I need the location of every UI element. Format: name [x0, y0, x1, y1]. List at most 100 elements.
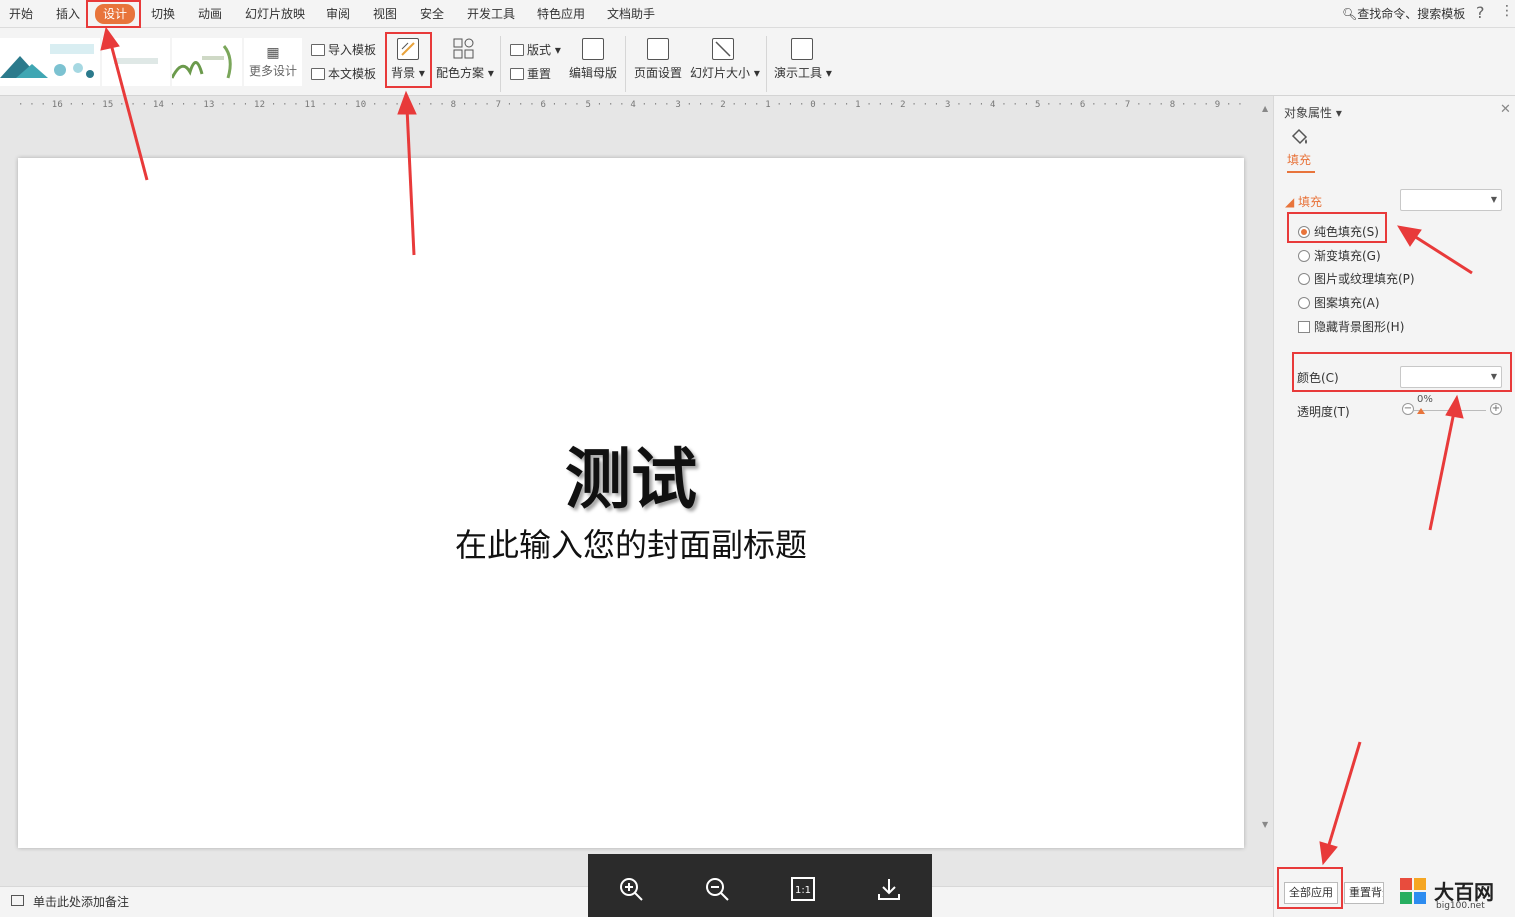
site-watermark: 大百网 big100.net — [1398, 874, 1510, 914]
color-scheme-label: 配色方案 — [436, 66, 485, 80]
horizontal-ruler: · · · 16 · · · 15 · · · 14 · · · 13 · · … — [18, 100, 1244, 110]
help-icon[interactable]: ? — [1476, 3, 1485, 22]
radio-picture-fill-label: 图片或纹理填充(P) — [1314, 272, 1415, 286]
design-template-thumb-2[interactable] — [102, 38, 170, 86]
layout-icon — [510, 44, 524, 56]
panel-title-label: 对象属性 — [1284, 106, 1333, 120]
more-options-icon[interactable]: ⋮ — [1500, 3, 1514, 19]
download-icon[interactable] — [876, 876, 902, 902]
close-icon[interactable]: ✕ — [1500, 102, 1511, 117]
command-search-label: 查找命令、搜索模板 — [1357, 7, 1466, 21]
import-template-icon — [311, 44, 325, 56]
annotation-box — [1277, 867, 1343, 909]
watermark-logo — [1400, 878, 1426, 904]
ribbon-separator — [766, 36, 767, 92]
ribbon-toolbar: ▦ 更多设计 导入模板 本文模板 背景 ▾ 配色方案 ▾ 版式 ▾ 重置 编辑母… — [0, 28, 1515, 96]
layout-button[interactable]: 版式 ▾ — [510, 40, 561, 60]
presentation-tools-button[interactable]: 演示工具 ▾ — [774, 36, 832, 92]
reset-button[interactable]: 重置 — [510, 64, 551, 84]
slide-title[interactable]: 测试 — [18, 426, 1244, 522]
paint-bucket-icon[interactable] — [1288, 126, 1310, 148]
annotation-box — [1292, 352, 1512, 392]
tab-fill[interactable]: 填充 — [1287, 151, 1315, 173]
menu-home[interactable]: 开始 — [9, 5, 33, 23]
actual-size-icon[interactable]: 1:1 — [790, 876, 816, 902]
annotation-box — [1287, 212, 1387, 243]
image-viewer-toolbar: 1:1 — [588, 854, 932, 917]
this-template-label: 本文模板 — [328, 67, 377, 81]
hide-bg-shapes-label: 隐藏背景图形(H) — [1314, 320, 1405, 334]
menu-security[interactable]: 安全 — [420, 5, 444, 23]
command-search[interactable]: 🔍︎查找命令、搜索模板 — [1342, 5, 1465, 23]
notes-icon — [11, 895, 24, 906]
slide-size-button[interactable]: 幻灯片大小 ▾ — [690, 36, 760, 92]
menu-slideshow[interactable]: 幻灯片放映 — [245, 5, 305, 23]
edit-master-label: 编辑母版 — [568, 66, 617, 80]
annotation-box — [385, 32, 432, 88]
menu-view[interactable]: 视图 — [373, 5, 397, 23]
layout-label: 版式 — [527, 43, 552, 57]
design-template-thumb-3[interactable] — [170, 38, 242, 86]
import-template-button[interactable]: 导入模板 — [311, 40, 376, 60]
radio-gradient-fill[interactable]: 渐变填充(G) — [1298, 247, 1381, 265]
radio-gradient-fill-label: 渐变填充(G) — [1314, 249, 1381, 263]
slide-size-icon — [712, 38, 734, 60]
radio-unchecked-icon — [1298, 250, 1310, 262]
more-designs-button[interactable]: ▦ 更多设计 — [244, 38, 302, 86]
fill-type-dropdown[interactable]: ▼ — [1400, 189, 1502, 211]
hide-bg-shapes-checkbox[interactable]: 隐藏背景图形(H) — [1298, 318, 1404, 336]
watermark-url: big100.net — [1436, 901, 1485, 911]
vertical-scrollbar[interactable]: ▲ ▼ — [1259, 100, 1273, 870]
minus-icon[interactable]: − — [1402, 403, 1414, 415]
zoom-in-icon[interactable] — [618, 876, 644, 902]
color-scheme-button[interactable]: 配色方案 ▾ — [436, 36, 494, 92]
add-notes-placeholder[interactable]: 单击此处添加备注 — [33, 893, 129, 910]
radio-unchecked-icon — [1298, 297, 1310, 309]
slide-canvas[interactable]: 测试 在此输入您的封面副标题 — [18, 158, 1244, 848]
panel-title[interactable]: 对象属性 ▾ — [1284, 104, 1342, 121]
ribbon-separator — [500, 36, 501, 92]
menu-bar: 开始 插入 设计 切换 动画 幻灯片放映 审阅 视图 安全 开发工具 特色应用 … — [0, 0, 1515, 28]
menu-animations[interactable]: 动画 — [198, 5, 222, 23]
page-setup-icon — [647, 38, 669, 60]
ribbon-separator — [625, 36, 626, 92]
radio-picture-fill[interactable]: 图片或纹理填充(P) — [1298, 270, 1415, 288]
plus-icon[interactable]: + — [1490, 403, 1502, 415]
edit-master-icon — [582, 38, 604, 60]
radio-pattern-fill-label: 图案填充(A) — [1314, 296, 1380, 310]
slide-subtitle[interactable]: 在此输入您的封面副标题 — [18, 520, 1244, 566]
menu-special-apps[interactable]: 特色应用 — [537, 5, 585, 23]
slider-thumb[interactable] — [1417, 408, 1425, 414]
search-icon: 🔍︎ — [1342, 7, 1358, 21]
menu-insert[interactable]: 插入 — [56, 5, 80, 23]
radio-unchecked-icon — [1298, 273, 1310, 285]
transparency-value: 0% — [1417, 394, 1433, 405]
this-template-button[interactable]: 本文模板 — [311, 64, 376, 84]
transparency-slider[interactable]: − 0% + — [1402, 394, 1502, 420]
slide-size-label: 幻灯片大小 — [690, 66, 751, 80]
design-template-thumb-1[interactable] — [0, 38, 100, 86]
checkbox-icon — [1298, 321, 1310, 333]
page-setup-label: 页面设置 — [634, 66, 683, 80]
menu-review[interactable]: 审阅 — [326, 5, 350, 23]
import-template-label: 导入模板 — [328, 43, 377, 57]
menu-doc-assistant[interactable]: 文档助手 — [607, 5, 655, 23]
page-setup-button[interactable]: 页面设置 — [634, 36, 682, 92]
presentation-tools-icon — [791, 38, 813, 60]
fill-section-label: 填充 — [1298, 195, 1323, 209]
radio-pattern-fill[interactable]: 图案填充(A) — [1298, 294, 1380, 312]
scroll-up-icon[interactable]: ▲ — [1262, 104, 1268, 113]
zoom-out-icon[interactable] — [704, 876, 730, 902]
transparency-label: 透明度(T) — [1297, 405, 1350, 419]
presentation-tools-label: 演示工具 — [774, 66, 823, 80]
menu-developer[interactable]: 开发工具 — [467, 5, 515, 23]
more-designs-label: 更多设计 — [248, 64, 297, 78]
edit-master-button[interactable]: 编辑母版 — [568, 36, 618, 92]
fill-section-header[interactable]: ◢ 填充 — [1285, 193, 1322, 210]
this-template-icon — [311, 68, 325, 80]
scroll-down-icon[interactable]: ▼ — [1262, 820, 1268, 829]
reset-background-button[interactable]: 重置背景 — [1344, 882, 1384, 904]
color-scheme-icon — [453, 38, 475, 60]
svg-text:1:1: 1:1 — [795, 885, 811, 896]
menu-transitions[interactable]: 切换 — [151, 5, 175, 23]
